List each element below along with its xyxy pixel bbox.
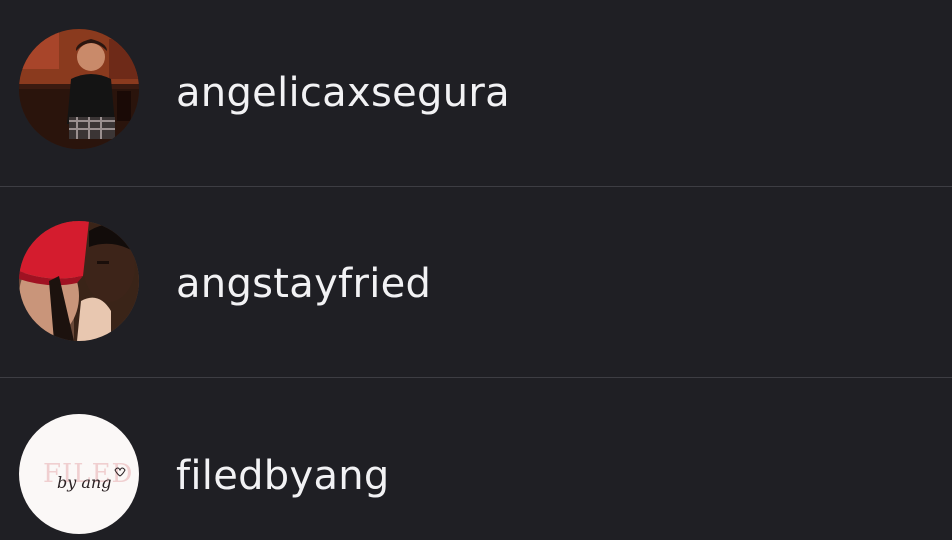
profile-photo-selfie bbox=[19, 221, 139, 341]
account-list: angelicaxsegura angstayfried FILED by an… bbox=[0, 0, 952, 540]
account-row-angstayfried[interactable]: angstayfried bbox=[0, 188, 952, 378]
logo-byang-text: by ang bbox=[57, 473, 111, 492]
avatar[interactable] bbox=[19, 221, 139, 341]
username[interactable]: angelicaxsegura bbox=[176, 69, 510, 117]
profile-photo-child bbox=[19, 29, 139, 149]
account-row-angelicaxsegura[interactable]: angelicaxsegura bbox=[0, 0, 952, 187]
avatar[interactable] bbox=[19, 29, 139, 149]
filed-by-ang-logo: FILED by ang bbox=[19, 414, 139, 534]
account-row-filedbyang[interactable]: FILED by ang filedbyang bbox=[0, 380, 952, 540]
avatar[interactable]: FILED by ang bbox=[19, 414, 139, 534]
username[interactable]: angstayfried bbox=[176, 260, 431, 308]
username[interactable]: filedbyang bbox=[176, 452, 390, 500]
